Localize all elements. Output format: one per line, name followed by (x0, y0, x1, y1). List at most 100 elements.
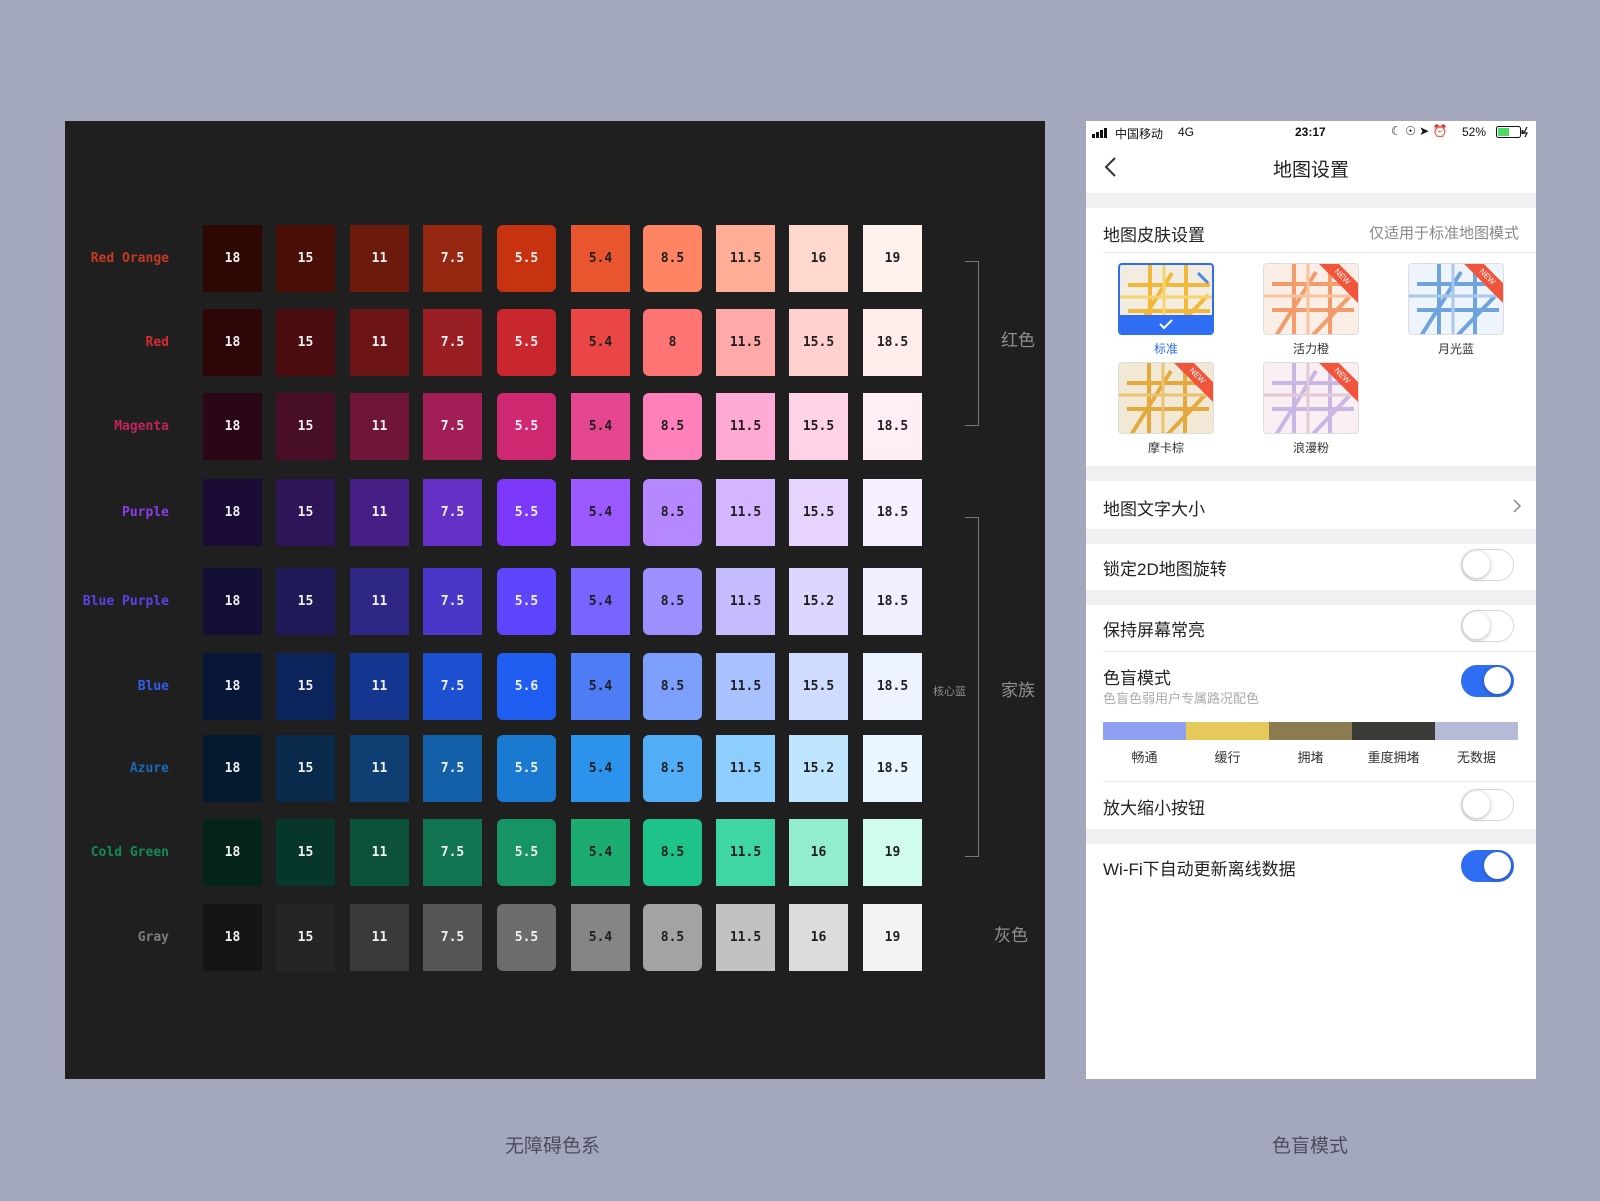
color-swatch: 11.5 (716, 309, 775, 376)
color-swatch: 16 (789, 819, 848, 886)
skin-option-label: 活力橙 (1292, 342, 1329, 356)
color-swatch: 15 (276, 393, 335, 460)
color-swatch: 5.6 (497, 653, 556, 720)
color-swatch: 11 (350, 393, 409, 460)
color-swatch: 11 (350, 225, 409, 292)
carrier-text: 中国移动 (1115, 127, 1164, 141)
divider (1103, 252, 1536, 253)
chevron-right-icon (1513, 499, 1522, 513)
section-gap (1086, 590, 1536, 605)
color-swatch: 18 (203, 735, 262, 802)
clock-text: 23:17 (1295, 125, 1326, 139)
color-swatch: 19 (863, 225, 922, 292)
color-swatch: 19 (863, 819, 922, 886)
legend-color-segment (1103, 722, 1186, 740)
color-swatch: 18 (203, 479, 262, 546)
color-swatch: 15.5 (789, 393, 848, 460)
color-swatch: 5.4 (571, 393, 630, 460)
color-swatch: 18 (203, 309, 262, 376)
color-swatch: 5.4 (571, 568, 630, 635)
color-swatch: 18 (203, 225, 262, 292)
wifi-update-label: Wi-Fi下自动更新离线数据 (1103, 860, 1296, 879)
battery-percent: 52% (1462, 125, 1487, 139)
palette-row-label: Blue Purple (82, 594, 169, 609)
legend-label: 重度拥堵 (1367, 750, 1420, 765)
colorblind-toggle[interactable] (1461, 665, 1514, 697)
color-swatch: 18 (203, 653, 262, 720)
signal-icon (1092, 127, 1110, 141)
red-group-bracket (965, 261, 979, 426)
color-swatch: 11 (350, 479, 409, 546)
palette-row-label: Red Orange (90, 251, 169, 266)
skin-option-label: 月光蓝 (1437, 342, 1474, 356)
color-swatch: 15 (276, 735, 335, 802)
color-swatch: 15 (276, 568, 335, 635)
color-swatch: 5.5 (497, 735, 556, 802)
color-swatch: 15 (276, 819, 335, 886)
color-swatch: 5.5 (497, 309, 556, 376)
lock-2d-toggle[interactable] (1461, 549, 1514, 581)
color-swatch: 8 (643, 309, 702, 376)
color-swatch: 5.5 (497, 479, 556, 546)
color-swatch: 11.5 (716, 653, 775, 720)
legend-color-segment (1186, 722, 1269, 740)
selected-check-bar (1120, 315, 1212, 333)
wifi-update-toggle[interactable] (1461, 850, 1514, 882)
color-swatch: 18.5 (863, 653, 922, 720)
skin-option[interactable]: NEW (1263, 362, 1359, 434)
palette-row-label: Gray (137, 930, 169, 945)
skin-option[interactable] (1118, 263, 1214, 335)
screen-on-label: 保持屏幕常亮 (1103, 621, 1205, 640)
color-swatch: 5.4 (571, 309, 630, 376)
color-swatch: 8.5 (643, 904, 702, 971)
color-swatch: 19 (863, 904, 922, 971)
color-swatch: 7.5 (423, 393, 482, 460)
page-title: 地图设置 (1272, 160, 1349, 181)
screen-on-toggle[interactable] (1461, 610, 1514, 642)
legend-color-segment (1352, 722, 1435, 740)
color-swatch: 7.5 (423, 568, 482, 635)
color-swatch: 8.5 (643, 225, 702, 292)
color-swatch: 8.5 (643, 819, 702, 886)
palette-row-label: Magenta (114, 419, 169, 434)
skin-option[interactable]: NEW (1408, 263, 1504, 335)
zoom-buttons-label: 放大缩小按钮 (1103, 799, 1205, 818)
color-swatch: 7.5 (423, 653, 482, 720)
zoom-buttons-toggle[interactable] (1461, 789, 1514, 821)
red-group-label: 红色 (1001, 331, 1035, 350)
skin-section-hint: 仅适用于标准地图模式 (1368, 225, 1519, 242)
color-swatch: 15.5 (789, 479, 848, 546)
color-swatch: 15 (276, 479, 335, 546)
toggle-knob (1484, 852, 1511, 879)
color-swatch: 7.5 (423, 309, 482, 376)
skin-option[interactable]: NEW (1118, 362, 1214, 434)
gray-group-label: 灰色 (994, 926, 1028, 945)
color-swatch: 7.5 (423, 479, 482, 546)
text-size-row[interactable]: 地图文字大小 (1086, 481, 1536, 529)
color-swatch: 11 (350, 568, 409, 635)
legend-label: 畅通 (1131, 750, 1158, 765)
lock-2d-label: 锁定2D地图旋转 (1103, 560, 1227, 579)
section-gap (1086, 529, 1536, 544)
toggle-knob (1484, 667, 1511, 694)
color-swatch: 18.5 (863, 568, 922, 635)
map-settings-screen: 中国移动 4G 23:17 ☾ ☉ ➤ ⏰ 52% 地图设置 地图皮肤设置 仅适… (1086, 121, 1536, 1079)
skin-option[interactable]: NEW (1263, 263, 1359, 335)
toggle-knob (1463, 551, 1490, 578)
skin-section-title: 地图皮肤设置 (1103, 226, 1205, 245)
traffic-color-legend (1103, 722, 1518, 740)
color-palette-panel: Red Orange 18 15 11 7.5 5.5 5.4 8.5 11.5 16 19 Red 1… (65, 121, 1045, 1079)
color-swatch: 18.5 (863, 735, 922, 802)
color-swatch: 15 (276, 225, 335, 292)
traffic-legend-labels: 畅通 缓行 拥堵 重度拥堵 无数据 (1103, 747, 1518, 765)
color-swatch: 5.5 (497, 904, 556, 971)
palette-row-label: Red (145, 335, 169, 350)
section-gap (1086, 829, 1536, 844)
color-swatch: 5.5 (497, 225, 556, 292)
color-swatch: 11.5 (716, 393, 775, 460)
palette-row-label: Azure (129, 761, 169, 776)
color-swatch: 5.4 (571, 819, 630, 886)
status-bar: 中国移动 4G 23:17 ☾ ☉ ➤ ⏰ 52% (1086, 121, 1536, 143)
color-swatch: 15 (276, 653, 335, 720)
battery-icon (1496, 126, 1530, 141)
